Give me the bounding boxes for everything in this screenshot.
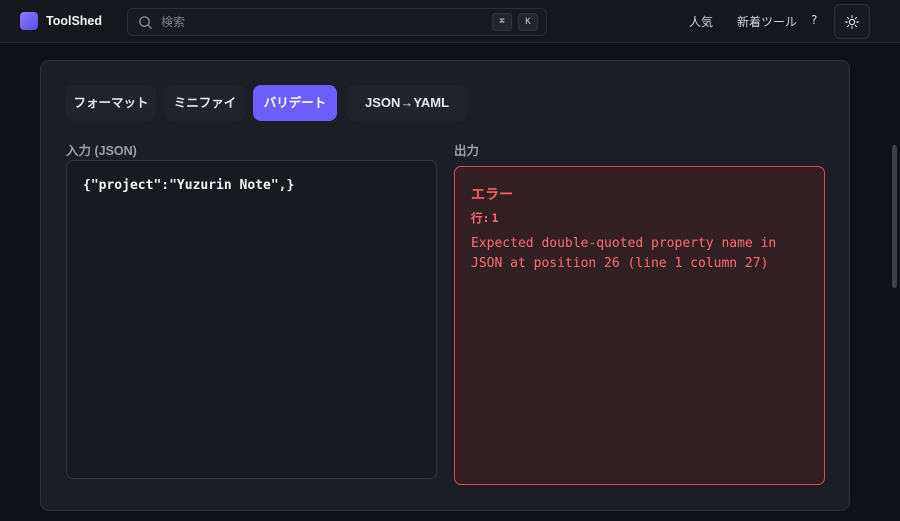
app-name: ToolShed	[46, 14, 103, 28]
error-line-number: 1	[491, 211, 499, 225]
json-input-field[interactable]	[66, 160, 437, 479]
error-line-info: 行: 1	[471, 210, 808, 226]
tab-format[interactable]: フォーマット	[66, 85, 156, 121]
shortcut-k-key: K	[518, 13, 538, 31]
tab-validate[interactable]: バリデート	[253, 85, 337, 121]
input-label: 入力 (JSON)	[66, 144, 137, 158]
tab-minify[interactable]: ミニファイ	[165, 85, 245, 121]
search-box[interactable]: ⌘ K	[127, 8, 547, 36]
shortcut-cmd-key: ⌘	[492, 13, 512, 31]
nav-help[interactable]: ?	[811, 13, 817, 27]
brand[interactable]: ToolShed	[20, 12, 102, 30]
top-bar: ToolShed ⌘ K 人気 新着ツール ?	[0, 0, 900, 43]
logo-icon	[20, 12, 38, 30]
validation-error-box: エラー 行: 1 Expected double-quoted property …	[454, 166, 825, 485]
error-title: エラー	[471, 187, 513, 203]
error-message: Expected double-quoted property name in …	[471, 236, 785, 271]
nav-new-tools[interactable]: 新着ツール	[737, 13, 797, 30]
page-scrollbar[interactable]	[892, 145, 897, 288]
tool-panel: フォーマット ミニファイ バリデート JSON→YAML 入力 (JSON) 出…	[40, 60, 850, 511]
error-line-label: 行:	[471, 211, 490, 225]
nav-popular[interactable]: 人気	[689, 13, 713, 30]
output-label: 出力	[454, 144, 480, 158]
search-input[interactable]	[161, 12, 461, 32]
search-icon	[139, 16, 152, 29]
theme-toggle-button[interactable]	[834, 4, 870, 39]
tab-json-to-yaml[interactable]: JSON→YAML	[347, 85, 467, 121]
sun-icon	[845, 15, 859, 29]
